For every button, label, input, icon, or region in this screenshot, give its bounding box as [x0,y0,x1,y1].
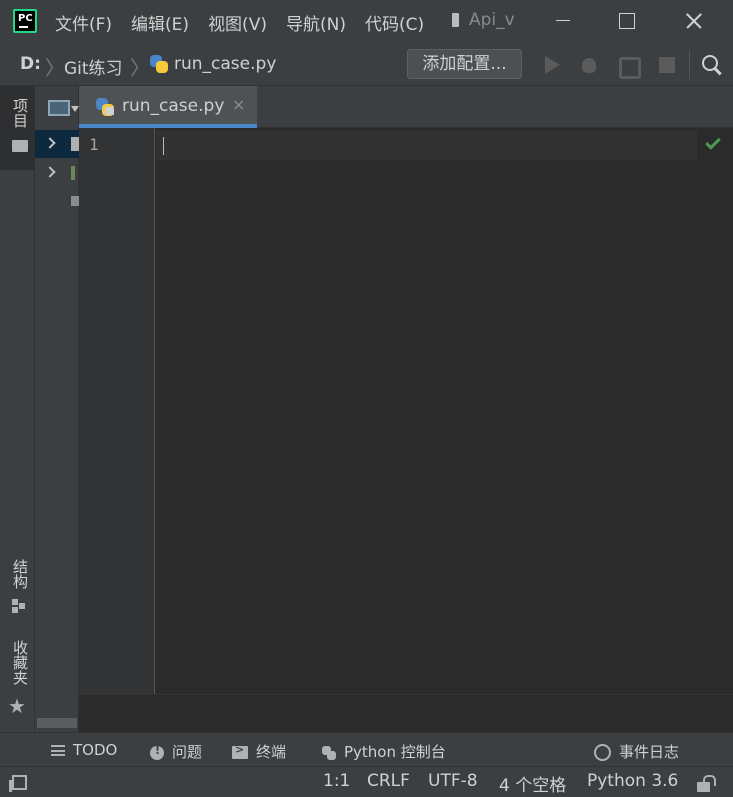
caret-position[interactable]: 1:1 [323,771,350,791]
python-file-icon [95,97,115,117]
chevron-right-icon[interactable] [44,166,56,178]
run-icon[interactable] [541,54,563,76]
tab-label: run_case.py [122,96,225,116]
todo-label: TODO [73,741,118,759]
chevron-right-icon[interactable] [44,137,56,149]
toggle-tool-windows-icon[interactable] [9,775,27,792]
close-tab-icon[interactable]: × [232,95,245,114]
tree-row[interactable] [35,130,79,158]
breadcrumb-file[interactable]: run_case.py [174,54,276,74]
line-separator[interactable]: CRLF [367,771,410,791]
scratches-icon [71,196,79,206]
unlock-icon[interactable] [697,775,716,792]
breadcrumb-folder[interactable]: Git练习 [64,54,123,79]
main-menu: 文件(F) 编辑(E) 视图(V) 导航(N) 代码(C) [55,10,443,35]
tree-row[interactable] [35,159,79,187]
breadcrumb-drive[interactable]: D: [20,54,41,74]
run-with-coverage-icon[interactable] [616,54,641,79]
tree-row[interactable] [35,187,79,215]
file-icon [452,13,459,27]
python-console-icon [322,745,336,760]
close-window-button[interactable] [682,8,708,34]
folder-icon [12,140,28,152]
editor-bottom-area [79,694,733,732]
breadcrumb-separator-icon: 〉 [130,56,150,80]
favorites-tab-label: 收藏夹 [11,640,29,685]
problems-label: 问题 [172,743,203,761]
add-configuration-button[interactable]: 添加配置... [407,49,522,79]
current-line-highlight [156,130,697,160]
file-encoding[interactable]: UTF-8 [428,771,478,791]
project-tool-tab[interactable]: 项目 [0,86,35,170]
code-editor[interactable] [156,128,733,694]
menu-file[interactable]: 文件(F) [55,10,112,35]
tab-run-case[interactable]: run_case.py × [79,86,257,128]
left-tool-strip: 项目 结构 收藏夹 ★ [0,86,35,732]
horizontal-scrollbar[interactable] [37,718,77,728]
divider [689,51,690,79]
chevron-down-icon[interactable] [71,106,79,112]
star-icon: ★ [8,694,26,718]
search-icon[interactable] [702,55,724,77]
structure-tab-label: 结构 [11,559,29,589]
terminal-icon [232,743,248,759]
problems-tool-button[interactable]: 问题 [150,741,202,762]
problems-icon [150,744,164,760]
project-panel [35,86,79,732]
menu-navigate[interactable]: 导航(N) [286,10,346,35]
text-caret [163,137,164,155]
window-title: Api_v [469,10,515,30]
pycharm-logo-icon[interactable]: PC [13,9,37,33]
menu-view[interactable]: 视图(V) [208,10,267,35]
library-icon [71,166,75,180]
structure-icon [12,599,26,613]
editor-tab-bar: run_case.py × [79,86,733,128]
terminal-label: 终端 [256,743,287,761]
debug-icon[interactable] [578,54,600,76]
minimize-button[interactable] [552,8,578,34]
menu-edit[interactable]: 编辑(E) [131,10,189,35]
title-bar: PC 文件(F) 编辑(E) 视图(V) 导航(N) 代码(C) Api_v [0,0,733,43]
favorites-tool-tab[interactable]: 收藏夹 ★ [0,634,35,724]
project-tab-label: 项目 [11,98,29,128]
project-view-icon[interactable] [48,100,70,116]
stop-icon[interactable] [656,54,678,76]
status-bar: 1:1 CRLF UTF-8 4 个空格 Python 3.6 [0,766,733,797]
line-number-gutter: 1 [79,128,155,694]
python-file-icon [149,54,169,74]
list-icon [51,745,65,756]
python-console-tool-button[interactable]: Python 控制台 [322,741,446,762]
breadcrumb-separator-icon: 〉 [45,56,65,80]
event-log-icon [594,744,611,761]
python-console-label: Python 控制台 [344,743,446,761]
line-number: 1 [89,135,99,154]
python-interpreter[interactable]: Python 3.6 [587,771,678,791]
inspection-ok-check-icon[interactable] [705,134,721,150]
menu-code[interactable]: 代码(C) [365,10,424,35]
maximize-button[interactable] [614,8,640,34]
event-log-label: 事件日志 [619,743,680,761]
navigation-bar: D: 〉 Git练习 〉 run_case.py 添加配置... [0,43,733,86]
structure-tool-tab[interactable]: 结构 [0,551,35,621]
tool-window-bar: TODO 问题 终端 Python 控制台 事件日志 [0,732,733,766]
folder-icon [71,137,79,151]
event-log-tool-button[interactable]: 事件日志 [594,741,679,762]
terminal-tool-button[interactable]: 终端 [232,741,286,762]
indent-setting[interactable]: 4 个空格 [499,771,566,796]
todo-tool-button[interactable]: TODO [51,741,117,759]
